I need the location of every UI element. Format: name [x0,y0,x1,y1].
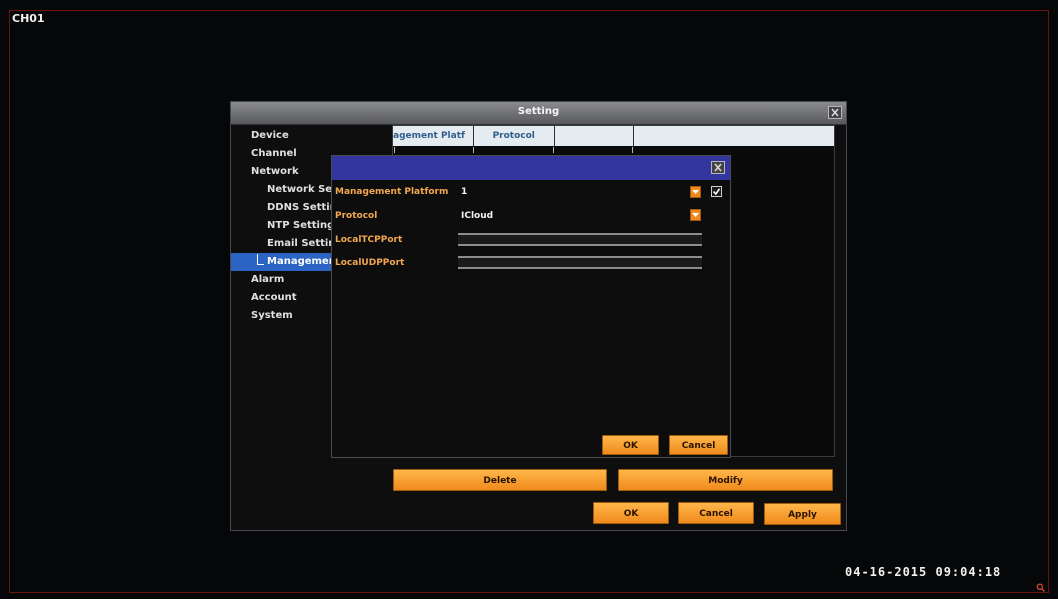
column-divider [553,147,554,153]
management-platform-dialog: Management Platform 1 Protocol ICloud Lo… [331,155,731,458]
dialog-cancel-button[interactable]: Cancel [669,435,728,455]
nav-item-device[interactable]: Device [231,127,333,145]
nav-item-ntp-settings[interactable]: NTP Setting [231,217,333,235]
management-platform-dropdown-button[interactable] [690,186,701,198]
checkmark-icon [712,188,721,196]
nav-item-ddns-settings[interactable]: DDNS Settin [231,199,333,217]
chevron-down-icon [692,190,699,194]
column-header-3[interactable] [555,126,635,146]
delete-button[interactable]: Delete [393,469,607,491]
settings-title: Setting [517,106,560,117]
nav-item-network[interactable]: Network [231,163,333,181]
datetime-display: 04-16-2015 09:04:18 [845,565,1002,579]
column-header-management-platform[interactable]: agement Platf [393,126,474,146]
nav-item-account[interactable]: Account [231,289,333,307]
management-platform-select[interactable]: 1 [461,187,467,197]
dialog-close-button[interactable] [711,161,725,174]
management-platform-enable-checkbox[interactable] [711,186,722,197]
cancel-button[interactable]: Cancel [678,502,754,524]
magnifier-icon [1036,583,1045,592]
column-header-4[interactable] [634,126,834,146]
dialog-titlebar[interactable] [332,156,730,180]
settings-close-button[interactable] [828,106,842,119]
nav-item-management[interactable]: Managemen [231,253,333,271]
nav-item-management-label: Managemen [267,256,333,267]
close-icon [831,108,839,117]
column-header-protocol[interactable]: Protocol [474,126,555,146]
chevron-down-icon [692,213,699,217]
column-divider [632,147,633,153]
tree-branch-icon [257,254,264,265]
close-icon [714,163,722,172]
nav-item-channel[interactable]: Channel [231,145,333,163]
protocol-label: Protocol [335,211,378,221]
dialog-ok-button[interactable]: OK [602,435,659,455]
nav-item-email-settings[interactable]: Email Settin [231,235,333,253]
local-udp-port-label: LocalUDPPort [335,258,405,268]
zoom-icon[interactable] [1036,583,1045,592]
settings-nav: Device Channel Network Network Setti DDN… [231,127,333,325]
nav-item-alarm[interactable]: Alarm [231,271,333,289]
ok-button[interactable]: OK [593,502,669,524]
channel-label: CH01 [12,12,45,25]
settings-titlebar[interactable]: Setting [231,102,846,125]
column-divider [473,147,474,153]
table-header-row: agement Platf Protocol [393,126,834,146]
column-divider [394,147,395,153]
local-udp-port-input[interactable] [458,256,702,269]
apply-button[interactable]: Apply [764,503,841,525]
management-platform-label: Management Platform [335,187,449,197]
nav-item-system[interactable]: System [231,307,333,325]
protocol-dropdown-button[interactable] [690,209,701,221]
nav-item-network-settings[interactable]: Network Setti [231,181,333,199]
local-tcp-port-input[interactable] [458,233,702,246]
local-tcp-port-label: LocalTCPPort [335,235,403,245]
modify-button[interactable]: Modify [618,469,833,491]
protocol-select[interactable]: ICloud [461,211,493,221]
